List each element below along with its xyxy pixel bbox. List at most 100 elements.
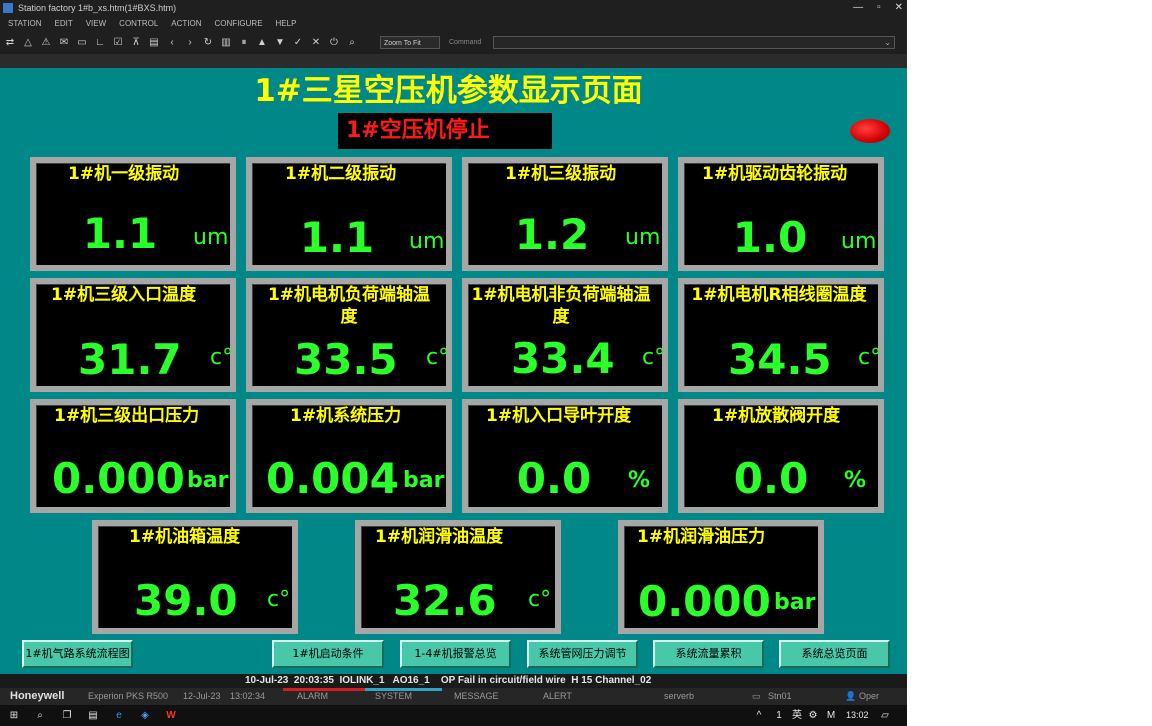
event-icon[interactable]: ⊼ [130,33,142,53]
alarm-line[interactable]: 10-Jul-23 20:03:35 IOLINK_1 AO16_1 OP Fa… [0,674,907,688]
panel-unit: bar [774,590,816,615]
panel-oil-tank-temp: 1#机油箱温度 39.0 c° [92,520,298,634]
window-title: Station factory 1#b_xs.htm(1#BXS.htm) [18,3,177,13]
pause-icon[interactable]: ⏸ [238,33,250,53]
panel-value: 0.000 [638,577,771,626]
gas-path-flow-button[interactable]: 1#机气路系统流程图 [22,640,133,668]
ime-settings-icon[interactable]: ⚙ [804,705,822,726]
panel-unit: % [628,468,651,493]
menu-help[interactable]: HELP [276,17,297,31]
close-button[interactable]: ✕ [895,0,903,16]
menu-view[interactable]: VIEW [86,17,106,31]
panel-motor-load-end-temp: 1#机电机负荷端轴温度 33.5 c° [246,278,452,392]
panel-value: 32.6 [393,576,497,625]
system-label: SYSTEM [375,691,413,701]
flow-accumulation-button[interactable]: 系统流量累积 [653,640,764,668]
panel-unit: % [844,468,867,493]
display-icon[interactable]: ▭ [76,33,88,53]
panel-unit: bar [187,468,229,493]
latest-alarm-text: 10-Jul-23 20:03:35 IOLINK_1 AO16_1 OP Fa… [245,675,652,686]
operator-level: Oper [859,691,880,701]
panel-label: 1#机入口导叶开度 [486,406,632,426]
menu-station[interactable]: STATION [8,17,41,31]
menu-configure[interactable]: CONFIGURE [215,17,263,31]
message-icon[interactable]: ✉ [58,33,70,53]
panel-unit: c° [528,587,552,612]
menu-action[interactable]: ACTION [171,17,201,31]
panel-stage3-outlet-pressure: 1#机三级出口压力 0.000 bar [30,399,236,513]
status-lamp-icon [850,119,890,143]
alarm-label: ALARM [297,691,329,701]
time-text: 13:02:34 [230,691,266,701]
connect-icon[interactable]: ⇄ [4,33,16,53]
power-icon[interactable]: ⏻ [328,33,340,53]
checklist-icon[interactable]: ☑ [112,33,124,53]
panel-value: 0.000 [52,454,185,503]
task-view-icon[interactable]: ❐ [58,705,76,726]
pipe-pressure-adjust-button[interactable]: 系统管网压力调节 [527,640,638,668]
search-icon[interactable]: ⌕ [31,705,49,726]
alarm-summary-icon[interactable]: △ [22,33,34,53]
minimize-button[interactable]: — [853,0,863,16]
date-text: 12-Jul-23 [183,691,221,701]
chart-icon[interactable]: ▥ [220,33,232,53]
report-icon[interactable]: ▤ [148,33,160,53]
panel-label: 1#机电机非负荷端轴温度 [471,285,651,327]
lower-icon[interactable]: ▼ [274,33,286,53]
panel-value: 31.7 [78,335,182,384]
ime-mode-icon[interactable]: M [822,705,840,726]
system-overview-button[interactable]: 系统总览页面 [779,640,890,668]
command-input[interactable] [493,33,895,53]
panel-system-pressure: 1#机系统压力 0.004 bar [246,399,452,513]
panel-label: 1#机系统压力 [290,406,402,426]
panel-unit: c° [858,345,882,370]
panel-value: 1.1 [299,213,375,262]
panel-label: 1#机电机R相线圈温度 [691,285,867,305]
panel-value: 1.1 [82,209,158,258]
panel-blowoff-valve-opening: 1#机放散阀开度 0.0 % [678,399,884,513]
compressor-status-box: 1#空压机停止 [338,113,890,149]
system-indicator[interactable]: SYSTEM [365,688,442,705]
alarm-overview-button[interactable]: 1-4#机报警总览 [400,640,511,668]
panel-lube-oil-temp: 1#机润滑油温度 32.6 c° [355,520,561,634]
start-conditions-button[interactable]: 1#机启动条件 [272,640,384,668]
page-title: 1#三星空压机参数显示页面 [254,73,643,109]
panel-unit: c° [210,345,234,370]
accept-icon[interactable]: ✓ [292,33,304,53]
menu-edit[interactable]: EDIT [54,17,72,31]
panel-stage1-vibration: 1#机一级振动 1.1 um [30,157,236,271]
cancel-icon[interactable]: ✕ [310,33,322,53]
search-icon[interactable]: ⌕ [346,33,358,53]
zoom-select[interactable]: Zoom To Fit [380,36,440,49]
trend-icon[interactable]: ∟ [94,33,106,53]
message-indicator[interactable]: MESSAGE [454,688,499,705]
panel-drive-gear-vibration: 1#机驱动齿轮振动 1.0 um [678,157,884,271]
panel-value: 39.0 [134,576,238,625]
alert-icon[interactable]: ⚠ [40,33,52,53]
taskbar-clock[interactable]: 13:02 [846,705,869,726]
notification-icon[interactable]: ▱ [876,705,894,726]
panel-unit: c° [267,587,291,612]
panel-unit: um [193,225,229,250]
process-display: 1#三星空压机参数显示页面 1#空压机停止 1#机一级振动 1.1 um 1#机… [0,68,907,674]
windows-start-icon[interactable]: ⊞ [5,705,23,726]
station-taskbar-icon[interactable]: ◈ [136,705,154,726]
honeywell-logo: Honeywell [10,690,65,702]
station-icon: ▭ [752,691,761,701]
maximize-button[interactable]: ▫ [877,0,881,16]
menu-control[interactable]: CONTROL [119,17,158,31]
taskbar: ⊞ ⌕ ❐ ▤ e ◈ W ^ 1 英 ⚙ M 13:02 ▱ [0,705,907,726]
alarm-indicator[interactable]: ALARM [283,688,365,705]
compressor-status-text: 1#空压机停止 [346,118,490,143]
tray-app-icon[interactable]: 1 [770,705,788,726]
back-icon[interactable]: ‹ [166,33,178,53]
wps-icon[interactable]: W [162,705,180,726]
edge-browser-icon[interactable]: e [110,705,128,726]
refresh-icon[interactable]: ↻ [202,33,214,53]
alert-indicator[interactable]: ALERT [543,688,572,705]
raise-icon[interactable]: ▲ [256,33,268,53]
file-explorer-icon[interactable]: ▤ [84,705,102,726]
forward-icon[interactable]: › [184,33,196,53]
tray-chevron-icon[interactable]: ^ [750,705,768,726]
panel-lube-oil-pressure: 1#机润滑油压力 0.000 bar [618,520,824,634]
